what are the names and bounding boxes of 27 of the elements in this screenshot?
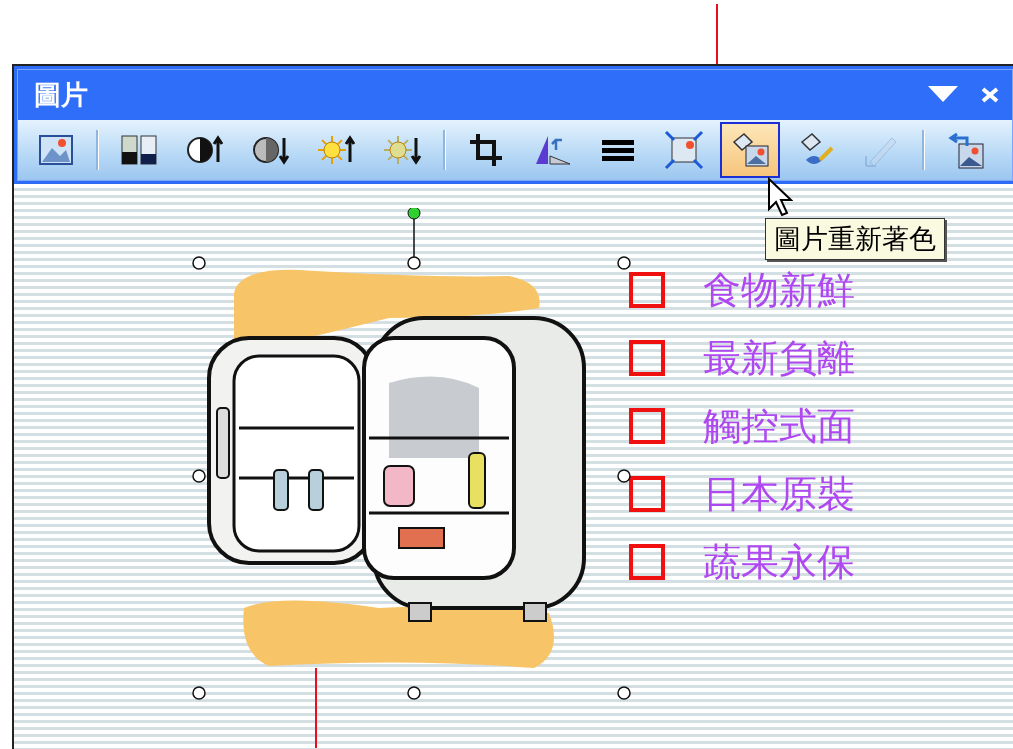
compress-picture-icon bbox=[664, 130, 704, 170]
selection-handle[interactable] bbox=[617, 256, 631, 270]
list-item-text: 蔬果永保 bbox=[703, 540, 855, 584]
selection-handle[interactable] bbox=[192, 686, 206, 700]
selection-handle[interactable] bbox=[192, 469, 206, 483]
list-item-text: 觸控式面 bbox=[703, 404, 855, 448]
selection-handle[interactable] bbox=[407, 256, 421, 270]
checkbox[interactable] bbox=[629, 340, 665, 376]
selection-handle[interactable] bbox=[617, 686, 631, 700]
checkbox[interactable] bbox=[629, 272, 665, 308]
checkbox[interactable] bbox=[629, 544, 665, 580]
selection-handle[interactable] bbox=[617, 469, 631, 483]
dropdown-icon[interactable] bbox=[928, 86, 958, 104]
checkbox[interactable] bbox=[629, 408, 665, 444]
rotation-handle[interactable] bbox=[407, 208, 421, 220]
list-item-text: 日本原裝 bbox=[703, 472, 855, 516]
close-icon[interactable] bbox=[980, 86, 1000, 104]
paint-bucket-picture-icon bbox=[730, 130, 770, 170]
list-item-text: 食物新鮮 bbox=[703, 268, 855, 312]
toolbar-button[interactable] bbox=[720, 122, 780, 178]
selection-handle[interactable] bbox=[192, 256, 206, 270]
leader-line bbox=[716, 4, 718, 64]
window-title: 圖片 bbox=[34, 78, 89, 112]
list-item-text: 最新負離 bbox=[703, 336, 855, 380]
tooltip: 圖片重新著色 bbox=[765, 218, 945, 260]
checkbox[interactable] bbox=[629, 476, 665, 512]
selection-handle[interactable] bbox=[407, 686, 421, 700]
